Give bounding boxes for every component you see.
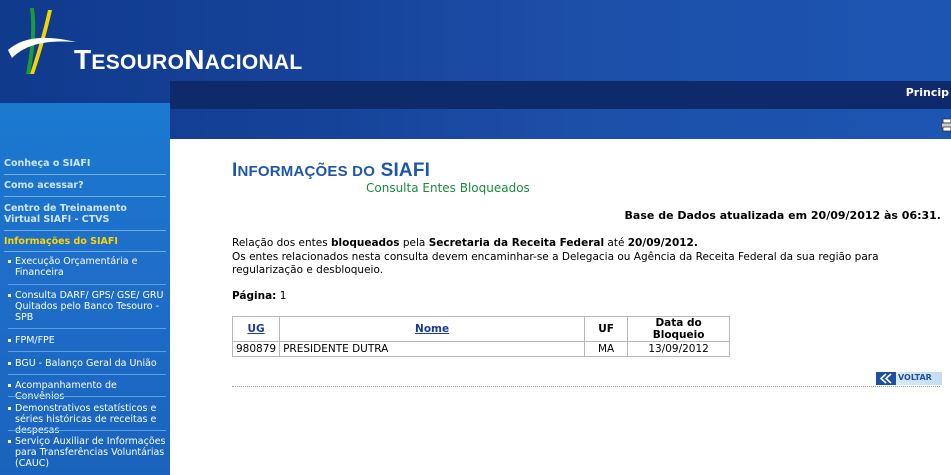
cell-ug: 980879 (231, 341, 281, 357)
content-divider (232, 386, 940, 387)
page-title: INFORMAÇÕES DO SIAFI (232, 160, 431, 181)
cell-data-bloqueio: 13/09/2012 (627, 341, 731, 357)
bullet-icon (8, 362, 11, 365)
back-arrow-icon (876, 372, 896, 385)
sidebar-subitem-demonstrativos[interactable]: Demonstrativos estatísticos e séries his… (8, 403, 168, 436)
sidebar-subitem-execucao[interactable]: Execução Orçamentária e Financeira (8, 256, 168, 278)
sidebar-subdivider (8, 284, 166, 285)
nav-link-principal[interactable]: Princip (906, 86, 949, 99)
column-header-data-bloqueio: Data do Bloqueio (627, 316, 731, 342)
sidebar-subdivider (8, 328, 166, 329)
top-navbar: Princip (170, 81, 951, 109)
bullet-icon (8, 339, 11, 342)
sidebar-subdivider (8, 351, 166, 352)
sidebar-subitem-convenios[interactable]: Acompanhamento de Convênios (8, 380, 168, 402)
bullet-icon (8, 407, 11, 410)
bullet-icon (8, 440, 11, 443)
sidebar-subitem-cauc[interactable]: Serviço Auxiliar de Informações para Tra… (8, 436, 168, 469)
bullet-icon (8, 384, 11, 387)
voltar-button[interactable]: VOLTAR (874, 372, 942, 385)
tesouro-logo-icon (8, 8, 76, 74)
database-updated-date: Base de Dados atualizada em 20/09/2012 à… (624, 209, 941, 222)
page-indicator: Página: 1 (232, 290, 287, 302)
relation-description: Relação dos entes bloqueados pela Secret… (232, 237, 698, 249)
page-subtitle: Consulta Entes Bloqueados (366, 181, 530, 195)
sidebar-subdivider (8, 374, 166, 375)
info-notice: Os entes relacionados nesta consulta dev… (232, 251, 879, 276)
sidebar-subitem-bgu[interactable]: BGU - Balanço Geral da União (8, 358, 168, 369)
sidebar-divider (4, 230, 166, 231)
brand-name: TESOURONACIONAL (74, 44, 303, 75)
sidebar-subitem-consulta-darf[interactable]: Consulta DARF/ GPS/ GSE/ GRU Quitados pe… (8, 290, 168, 323)
sidebar-divider (4, 174, 166, 175)
table-header-row: UG Nome UF Data do Bloqueio (231, 316, 731, 342)
cell-nome: PRESIDENTE DUTRA (279, 341, 586, 357)
bullet-icon (8, 260, 11, 263)
sidebar-item-conheca[interactable]: Conheça o SIAFI (4, 158, 90, 169)
column-header-nome[interactable]: Nome (279, 316, 586, 342)
sidebar-item-como-acessar[interactable]: Como acessar? (4, 180, 84, 191)
sidebar-subdivider (8, 430, 166, 431)
sidebar-item-ctvs[interactable]: Centro de Treinamento Virtual SIAFI - CT… (4, 203, 164, 225)
column-header-uf: UF (584, 316, 629, 342)
voltar-label: VOLTAR (898, 373, 932, 382)
sidebar-item-informacoes[interactable]: Informações do SIAFI (4, 236, 118, 247)
sidebar-subitem-fpm-fpe[interactable]: FPM/FPE (8, 335, 168, 346)
sidebar-divider (4, 251, 166, 252)
bullet-icon (8, 294, 11, 297)
column-header-ug[interactable]: UG (231, 316, 281, 342)
blocked-entities-table: UG Nome UF Data do Bloqueio 980879 PRESI… (231, 316, 731, 357)
table-row: 980879 PRESIDENTE DUTRA MA 13/09/2012 (231, 341, 731, 357)
sidebar-subdivider (8, 396, 166, 397)
print-icon[interactable] (941, 118, 951, 132)
cell-uf: MA (584, 341, 629, 357)
sidebar-divider (4, 196, 166, 197)
